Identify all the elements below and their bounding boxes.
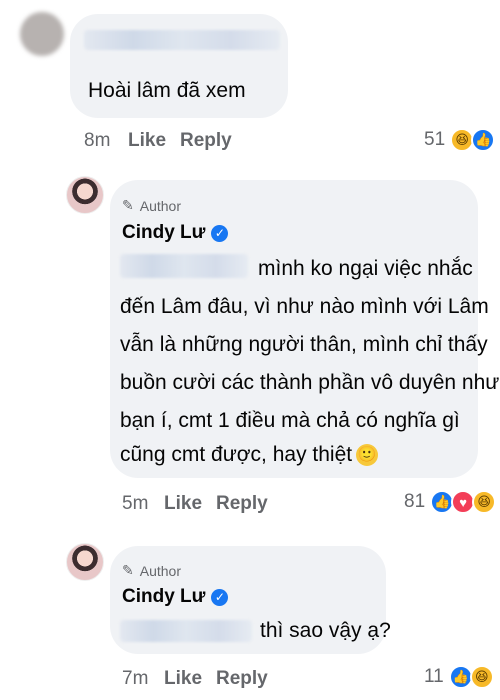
reply-line-1: mình ko ngại việc nhắc <box>258 257 473 280</box>
reply-line-3: vẫn là những người thân, mình chỉ thấy <box>120 333 488 356</box>
reply-line-5: bạn í, cmt 1 điều mà chả có nghĩa gì <box>120 409 460 432</box>
author-badge-2: ✎ Author <box>122 562 181 579</box>
reply-like-button[interactable]: Like <box>164 493 202 515</box>
haha-icon: 😆 <box>469 665 494 689</box>
reply-reply-button[interactable]: Reply <box>216 493 268 515</box>
author-badge: ✎ Author <box>122 197 181 214</box>
top-comment-avatar-blurred[interactable] <box>20 12 64 56</box>
like-icon: 👍 <box>471 128 496 152</box>
blurred-mention-name-2 <box>120 620 252 642</box>
reply-2-reply-button[interactable]: Reply <box>216 668 268 690</box>
pencil-icon: ✎ <box>122 562 134 578</box>
top-comment-reply-button[interactable]: Reply <box>180 130 232 152</box>
reaction-count: 11 <box>424 666 444 687</box>
smile-emoji-icon: 🙂 <box>356 444 379 467</box>
author-avatar[interactable] <box>66 176 104 214</box>
reply-2-text: thì sao vậy ạ? <box>260 619 391 642</box>
author-name-2[interactable]: Cindy Lư ✓ <box>122 586 229 608</box>
reply-line-4: buồn cười các thành phần vô duyên như <box>120 371 500 394</box>
blurred-mention-name <box>120 254 248 278</box>
top-comment-time: 8m <box>84 130 111 151</box>
top-comment-text: Hoài lâm đã xem <box>88 79 246 102</box>
reply-reactions[interactable]: 81 👍 ♥ 😆 <box>404 490 497 514</box>
reply-time: 5m <box>122 493 149 514</box>
top-comment-reactions[interactable]: 51 😆 👍 <box>424 128 496 152</box>
reaction-count: 81 <box>404 491 426 512</box>
author-avatar-2[interactable] <box>66 543 104 581</box>
blurred-commenter-name <box>84 30 280 50</box>
reply-2-reactions[interactable]: 11 👍 😆 <box>424 665 494 689</box>
verified-badge-icon: ✓ <box>211 588 229 606</box>
haha-icon: 😆 <box>472 490 497 514</box>
reply-2-time: 7m <box>122 668 149 689</box>
verified-badge-icon: ✓ <box>211 224 229 242</box>
reply-2-like-button[interactable]: Like <box>164 668 202 690</box>
top-comment-like-button[interactable]: Like <box>128 130 166 152</box>
reaction-count: 51 <box>424 129 446 150</box>
reply-line-6: cũng cmt được, hay thiệt 🙂 <box>120 443 379 467</box>
pencil-icon: ✎ <box>122 197 134 213</box>
author-name[interactable]: Cindy Lư ✓ <box>122 222 229 244</box>
reply-line-2: đến Lâm đâu, vì như nào mình với Lâm <box>120 295 489 318</box>
